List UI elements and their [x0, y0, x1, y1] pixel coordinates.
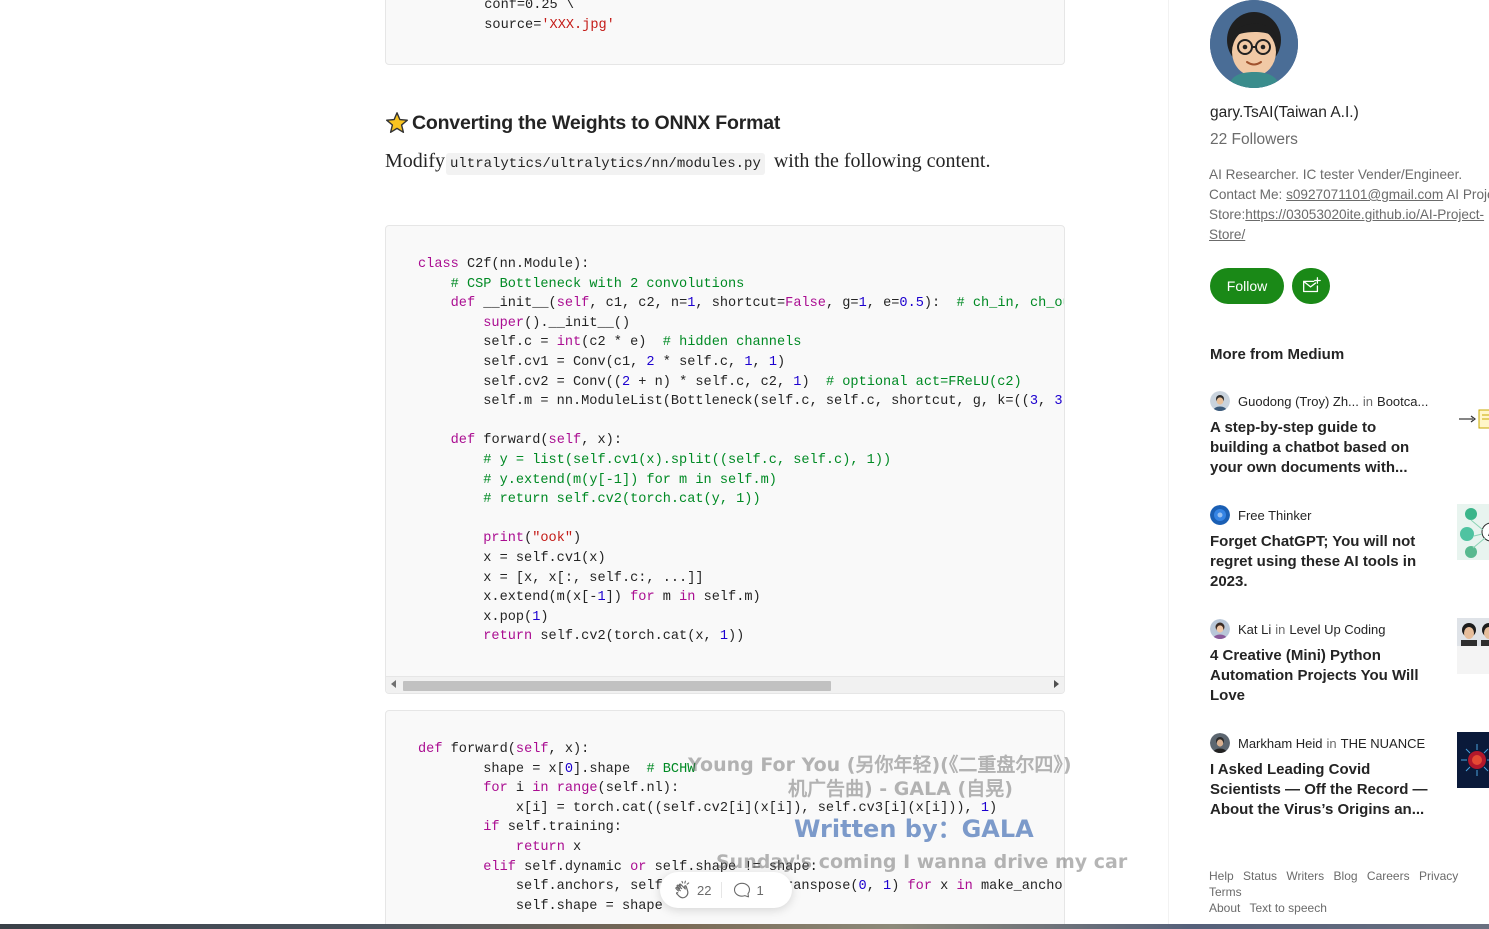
more-from-medium-heading: More from Medium: [1210, 346, 1345, 363]
rec-in: in: [1326, 735, 1337, 751]
rec-title[interactable]: Forget ChatGPT; You will not regret usin…: [1210, 532, 1430, 592]
response-count: 1: [756, 882, 764, 898]
rec-publication[interactable]: THE NUANCE: [1341, 736, 1426, 751]
recommended-article[interactable]: Free Thinker Forget ChatGPT; You will no…: [1210, 504, 1489, 592]
store-link[interactable]: https://03053020ite.github.io/AI-Project…: [1209, 207, 1484, 242]
code-block-c2f: class C2f(nn.Module): # CSP Bottleneck w…: [385, 225, 1065, 694]
response-icon[interactable]: [732, 880, 752, 900]
bio-text: AI Researcher. IC tester Vender/Engineer…: [1209, 167, 1463, 182]
taskbar-strip: [0, 924, 1489, 929]
divider: [721, 882, 723, 898]
rec-thumbnail[interactable]: [1457, 732, 1489, 788]
footer-privacy[interactable]: Privacy: [1419, 869, 1458, 883]
author-avatar: [1210, 733, 1230, 753]
footer-careers[interactable]: Careers: [1367, 869, 1410, 883]
para-text-end: with the following content.: [768, 150, 991, 172]
code-text: conf=0.25 \ source='XXX.jpg': [484, 0, 615, 33]
article-area: conf=0.25 \ source='XXX.jpg' Converting …: [0, 0, 1169, 929]
rec-meta: Guodong (Troy) Zh... in Bootca...: [1210, 390, 1489, 412]
recommended-article[interactable]: Markham Heid in THE NUANCE I Asked Leadi…: [1210, 732, 1489, 820]
email-link[interactable]: s0927071101@gmail.com: [1286, 187, 1443, 202]
recommended-article[interactable]: Guodong (Troy) Zh... in Bootca... A step…: [1210, 390, 1489, 478]
bio-contact-label: Contact Me:: [1209, 187, 1287, 202]
author-avatar[interactable]: [1210, 0, 1298, 88]
rec-title[interactable]: I Asked Leading Covid Scientists — Off t…: [1210, 760, 1430, 820]
subscribe-email-button[interactable]: [1292, 268, 1330, 304]
inline-code: ultralytics/ultralytics/nn/modules.py: [446, 153, 765, 175]
lyrics-line-1: Young For You (另你年轻)(《二重盘尔四》): [688, 754, 1072, 776]
footer-terms[interactable]: Terms: [1209, 885, 1242, 899]
rec-in: in: [1362, 393, 1374, 409]
follow-button[interactable]: Follow: [1210, 268, 1284, 304]
footer-writers[interactable]: Writers: [1286, 869, 1324, 883]
rec-title[interactable]: A step-by-step guide to building a chatb…: [1210, 418, 1430, 478]
clap-icon[interactable]: [672, 879, 694, 901]
footer-help[interactable]: Help: [1209, 869, 1234, 883]
scroll-left-icon[interactable]: [391, 680, 396, 688]
footer-links: Help Status Writers Blog Careers Privacy…: [1209, 868, 1489, 916]
lyrics-line-4: Sunday's coming I wanna drive my car: [716, 851, 1128, 873]
rec-publication[interactable]: Level Up Coding: [1289, 622, 1385, 637]
author-bio: AI Researcher. IC tester Vender/Engineer…: [1209, 165, 1489, 245]
mail-plus-icon: [1303, 277, 1321, 293]
code-text: class C2f(nn.Module): # CSP Bottleneck w…: [418, 257, 1064, 645]
rec-thumbnail[interactable]: AI: [1457, 504, 1489, 560]
footer-text-to-speech[interactable]: Text to speech: [1249, 901, 1326, 915]
footer-status[interactable]: Status: [1243, 869, 1277, 883]
author-avatar: [1210, 619, 1230, 639]
sidebar-divider: [1168, 0, 1169, 929]
paragraph: Modify ultralytics/ultralytics/nn/modules…: [385, 147, 991, 178]
lyrics-line-3: Written by：GALA: [794, 815, 1034, 843]
horizontal-scrollbar[interactable]: [386, 676, 1064, 693]
rec-author[interactable]: Guodong (Troy) Zh...: [1238, 394, 1359, 409]
footer-about[interactable]: About: [1209, 901, 1240, 915]
rec-author[interactable]: Kat Li: [1238, 622, 1271, 637]
followers-count[interactable]: 22 Followers: [1210, 131, 1298, 149]
clap-count: 22: [697, 882, 712, 898]
clap-response-bar: 22 1: [660, 872, 792, 908]
star-icon: [386, 112, 408, 133]
section-heading: Converting the Weights to ONNX Format: [385, 111, 780, 135]
heading-text: Converting the Weights to ONNX Format: [412, 111, 781, 134]
rec-publication[interactable]: Bootca...: [1377, 394, 1428, 409]
lyrics-line-2: 机广告曲) - GALA (自晃): [788, 778, 1013, 800]
rec-meta: Kat Li in Level Up Coding: [1210, 618, 1489, 640]
recommended-article[interactable]: Kat Li in Level Up Coding 4 Creative (Mi…: [1210, 618, 1489, 706]
author-name[interactable]: gary.TsAI(Taiwan A.I.): [1210, 104, 1359, 122]
rec-thumbnail[interactable]: [1457, 402, 1489, 436]
rec-title[interactable]: 4 Creative (Mini) Python Automation Proj…: [1210, 646, 1430, 706]
rec-meta: Free Thinker: [1210, 504, 1489, 526]
rec-author[interactable]: Markham Heid: [1238, 736, 1323, 751]
code-block-predict: conf=0.25 \ source='XXX.jpg': [385, 0, 1065, 65]
footer-blog[interactable]: Blog: [1334, 869, 1358, 883]
para-text: Modify: [385, 150, 445, 172]
author-avatar: [1210, 505, 1230, 525]
author-avatar: [1210, 391, 1230, 411]
scrollbar-thumb[interactable]: [403, 681, 831, 691]
rec-in: in: [1275, 621, 1286, 637]
rec-thumbnail[interactable]: [1457, 618, 1489, 674]
scroll-right-icon[interactable]: [1054, 680, 1059, 688]
rec-author[interactable]: Free Thinker: [1238, 508, 1311, 523]
rec-meta: Markham Heid in THE NUANCE: [1210, 732, 1489, 754]
